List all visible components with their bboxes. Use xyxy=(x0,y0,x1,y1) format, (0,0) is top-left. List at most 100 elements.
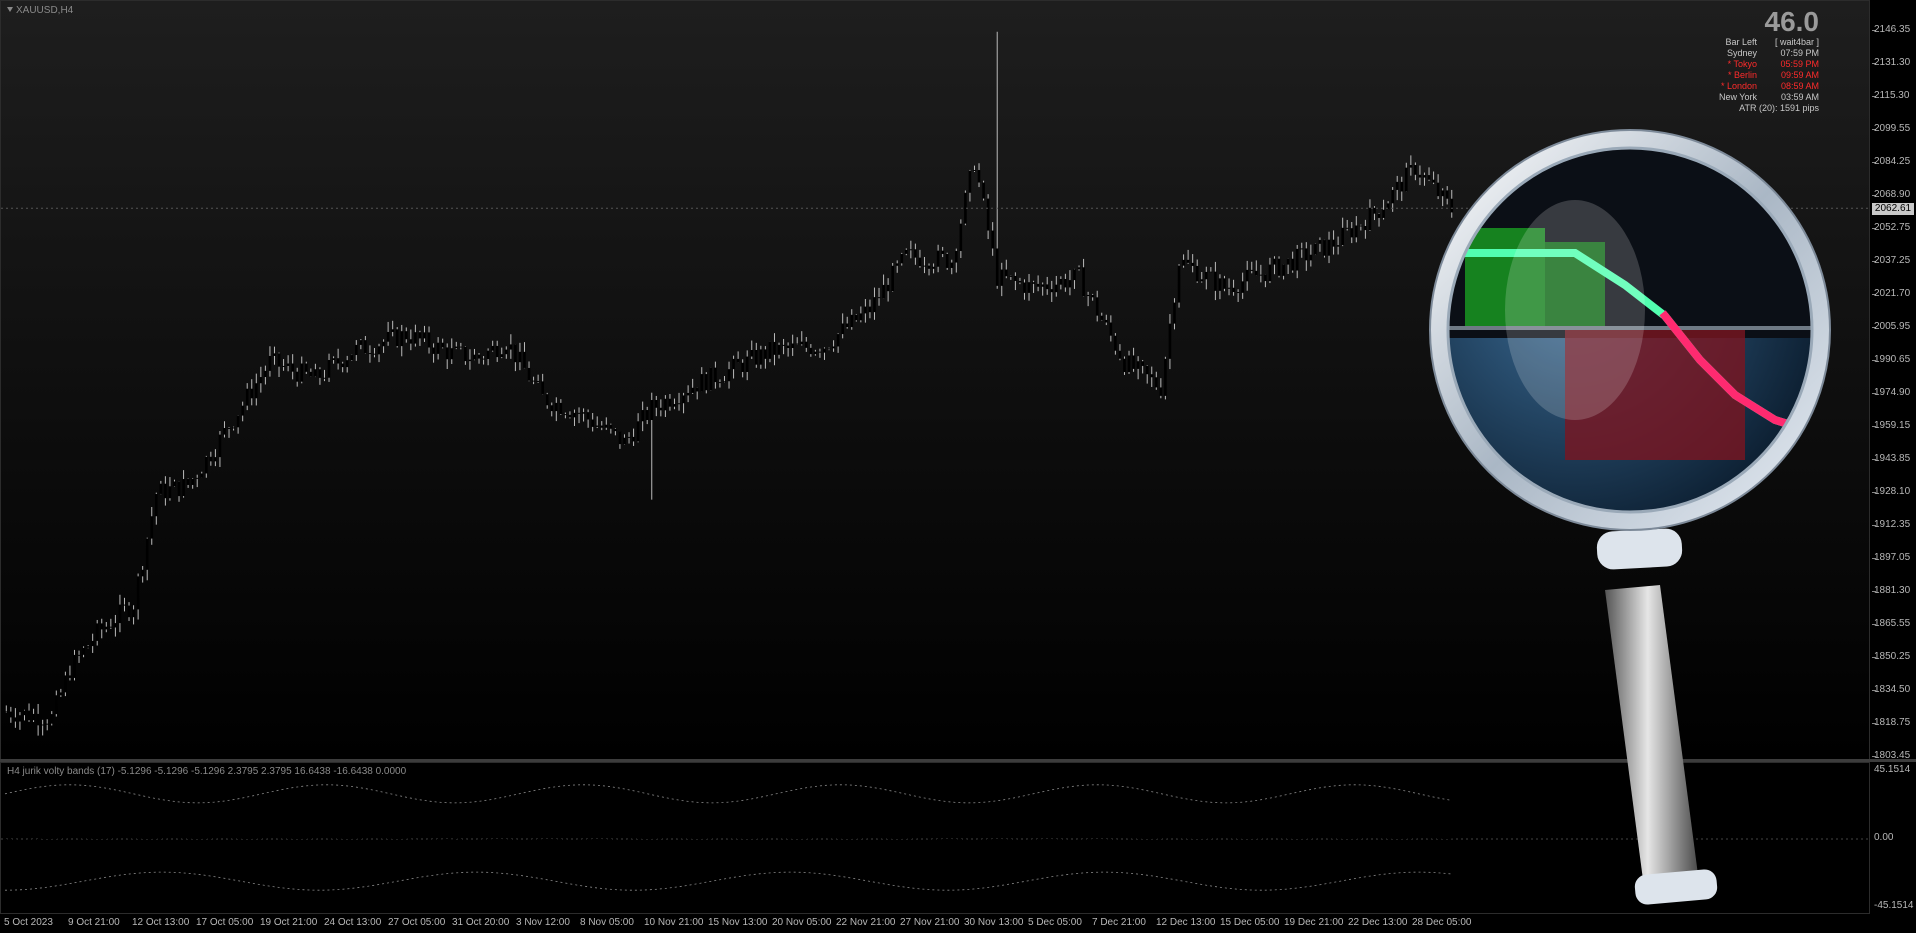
histogram-bar xyxy=(1227,814,1231,839)
candle-body xyxy=(1286,258,1290,265)
histogram-bar xyxy=(623,839,626,844)
time-axis[interactable]: 5 Oct 2023 9 Oct 21:00 12 Oct 13:00 17 Oct … xyxy=(0,914,1870,933)
histogram-bar xyxy=(382,817,385,839)
candle-body xyxy=(177,481,181,497)
histogram-bar xyxy=(82,808,85,839)
candle-body xyxy=(86,646,90,648)
candle-body xyxy=(273,353,276,356)
chevron-down-icon[interactable] xyxy=(7,7,13,12)
candle-body xyxy=(232,427,235,429)
time-tick-label: 12 Oct 13:00 xyxy=(132,917,190,928)
histogram-bar xyxy=(818,815,822,839)
indicator-label[interactable]: H4 jurik volty bands (17) -5.1296 -5.129… xyxy=(7,766,406,777)
candle-body xyxy=(932,266,935,269)
candle-body xyxy=(1145,365,1149,375)
candle-body xyxy=(1264,274,1267,282)
price-tick-label: 1818.75 xyxy=(1874,717,1911,728)
histogram-bar xyxy=(1323,802,1326,839)
candle-body xyxy=(905,249,908,254)
histogram-bar xyxy=(1255,814,1258,839)
big-value: 46.0 xyxy=(1764,6,1820,37)
histogram-bar xyxy=(1305,803,1308,839)
histogram-bar xyxy=(973,839,976,889)
histogram-bar xyxy=(955,839,958,877)
candle-body xyxy=(732,358,735,370)
indicator-tick-label: -45.1514 xyxy=(1874,900,1914,911)
histogram-bar xyxy=(736,818,740,839)
candle-body xyxy=(14,717,17,722)
time-tick-label: 28 Dec 05:00 xyxy=(1412,917,1472,928)
candle-body xyxy=(582,412,585,414)
histogram-bar xyxy=(350,814,353,839)
price-tick-label: 2099.55 xyxy=(1874,123,1911,134)
symbol-label[interactable]: XAUUSD,H4 xyxy=(7,5,73,16)
price-tick-label: 2005.95 xyxy=(1874,321,1911,332)
candle-body xyxy=(386,331,390,342)
candle-body xyxy=(1068,280,1072,288)
candle-body xyxy=(650,400,654,420)
histogram-bar xyxy=(55,829,58,839)
candle-body xyxy=(873,297,876,313)
candle-body xyxy=(423,332,426,339)
histogram-bar xyxy=(468,839,472,848)
histogram-bar xyxy=(923,827,926,839)
histogram-bar xyxy=(77,810,81,839)
candle-body xyxy=(1309,254,1313,261)
indicator-axis[interactable]: 45.1514 0.00 -45.1514 xyxy=(1872,762,1916,914)
histogram-bar xyxy=(273,804,276,839)
time-tick-label: 19 Oct 21:00 xyxy=(260,917,318,928)
histogram-bar xyxy=(423,839,426,844)
price-axis[interactable]: 2146.35 2131.30 2115.30 2099.55 2084.25 2068.… xyxy=(1872,0,1916,761)
candle-body xyxy=(141,569,144,577)
indicator-tick-label: 45.1514 xyxy=(1874,764,1911,775)
candle-body xyxy=(409,339,413,344)
histogram-bar xyxy=(1100,839,1103,880)
histogram-bar xyxy=(1341,804,1344,839)
candle-body xyxy=(50,714,54,724)
histogram-bar xyxy=(1223,811,1226,839)
candle-body xyxy=(145,538,149,570)
candle-body xyxy=(314,369,317,377)
candle-body xyxy=(123,604,126,606)
candle-body xyxy=(368,353,372,355)
candle-body xyxy=(1341,227,1344,246)
candle-body xyxy=(800,341,804,345)
candle-body xyxy=(1077,267,1081,270)
candle-body xyxy=(918,257,922,267)
candle-body xyxy=(795,343,799,345)
time-tick-label: 5 Oct 2023 xyxy=(4,917,53,928)
candle-body xyxy=(114,623,117,628)
histogram-bar xyxy=(791,817,794,839)
histogram-bar xyxy=(1191,803,1194,839)
candle-body xyxy=(864,306,867,314)
candle-body xyxy=(755,350,758,365)
histogram-bar xyxy=(1336,807,1340,839)
histogram-bar xyxy=(1132,795,1135,839)
candle-body xyxy=(509,344,513,350)
price-tick-label: 1834.50 xyxy=(1874,684,1911,695)
candle-body xyxy=(64,675,67,693)
histogram-bar xyxy=(105,794,108,839)
candle-body xyxy=(841,323,844,335)
histogram-bar xyxy=(1364,804,1367,839)
histogram-bar xyxy=(764,817,767,839)
histogram-bar xyxy=(455,837,458,839)
info-key: * Berlin xyxy=(1727,70,1757,80)
candle-body xyxy=(227,428,231,430)
histogram-bar xyxy=(527,839,531,865)
histogram-bar xyxy=(505,839,508,862)
histogram-bar xyxy=(777,817,781,839)
candle-body xyxy=(723,381,726,383)
candle-body xyxy=(945,253,949,268)
candle-body xyxy=(355,344,358,356)
histogram-bar xyxy=(573,839,576,865)
candle-body xyxy=(627,436,631,438)
histogram-bar xyxy=(545,839,549,868)
histogram-bar xyxy=(782,815,785,839)
time-tick-label: 22 Nov 21:00 xyxy=(836,917,896,928)
candle-body xyxy=(1055,284,1058,293)
histogram-bar xyxy=(164,782,167,839)
histogram-bar xyxy=(227,779,231,839)
histogram-bar xyxy=(986,839,990,890)
histogram-bar xyxy=(295,821,299,839)
